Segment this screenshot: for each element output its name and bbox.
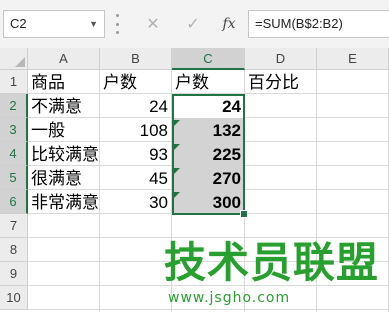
row-header-1[interactable]: 1 [0, 70, 28, 94]
cell-a5[interactable]: 很满意 [29, 166, 100, 190]
cell-b2[interactable]: 24 [101, 94, 172, 118]
error-indicator-icon[interactable] [174, 144, 180, 150]
column-header-d[interactable]: D [245, 48, 317, 70]
error-indicator-icon[interactable] [174, 192, 180, 198]
column-header-c[interactable]: C [172, 48, 245, 70]
enter-icon[interactable]: ✓ [178, 10, 208, 38]
cell-c6[interactable]: 300 [173, 190, 245, 214]
column-header-e[interactable]: E [317, 48, 389, 70]
error-indicator-icon[interactable] [174, 120, 180, 126]
cell-a4[interactable]: 比较满意 [29, 142, 100, 166]
formula-bar-area: C2 ▼ ✕ ✓ fx =SUM(B$2:B2) [0, 0, 389, 49]
name-box-value: C2 [10, 16, 27, 31]
cell-c5[interactable]: 270 [173, 166, 245, 190]
name-box[interactable]: C2 ▼ [3, 10, 105, 38]
column-header-b[interactable]: B [100, 48, 172, 70]
row-header-4[interactable]: 4 [0, 142, 28, 166]
cancel-icon[interactable]: ✕ [138, 10, 168, 38]
cell-b3[interactable]: 108 [101, 118, 172, 142]
formula-input[interactable]: =SUM(B$2:B2) [248, 10, 389, 38]
row-header-3[interactable]: 3 [0, 118, 28, 142]
error-indicator-icon[interactable] [174, 168, 180, 174]
cell-c2[interactable]: 24 [173, 94, 245, 118]
row-header-5[interactable]: 5 [0, 166, 28, 190]
cell-a3[interactable]: 一般 [29, 118, 100, 142]
cell-b5[interactable]: 45 [101, 166, 172, 190]
watermark-logo: 技术员联盟 [164, 238, 380, 287]
cell-a6[interactable]: 非常满意 [29, 190, 100, 214]
row-header-9[interactable]: 9 [0, 262, 28, 286]
cell-b6[interactable]: 30 [101, 190, 172, 214]
cell-d1[interactable]: 百分比 [246, 70, 317, 94]
row-header-7[interactable]: 7 [0, 214, 28, 238]
cell-c4[interactable]: 225 [173, 142, 245, 166]
watermark-url: www.jsgho.com [168, 290, 291, 306]
column-header-a[interactable]: A [28, 48, 100, 70]
cell-b4[interactable]: 93 [101, 142, 172, 166]
row-header-8[interactable]: 8 [0, 238, 28, 262]
cell-a1[interactable]: 商品 [29, 70, 100, 94]
row-header-6[interactable]: 6 [0, 190, 28, 214]
row-header-2[interactable]: 2 [0, 94, 28, 118]
cell-c1[interactable]: 户数 [173, 70, 245, 94]
insert-function-icon[interactable]: fx [214, 10, 244, 38]
watermark: 技术员联盟 www.jsgho.com [160, 238, 389, 312]
drag-handle-icon[interactable] [114, 14, 120, 34]
cell-a2[interactable]: 不满意 [29, 94, 100, 118]
row-header-10[interactable]: 10 [0, 286, 28, 310]
cell-c3[interactable]: 132 [173, 118, 245, 142]
cell-b1[interactable]: 户数 [101, 70, 172, 94]
chevron-down-icon[interactable]: ▼ [89, 11, 98, 37]
select-all-icon [15, 57, 25, 67]
select-all-button[interactable] [0, 48, 28, 70]
